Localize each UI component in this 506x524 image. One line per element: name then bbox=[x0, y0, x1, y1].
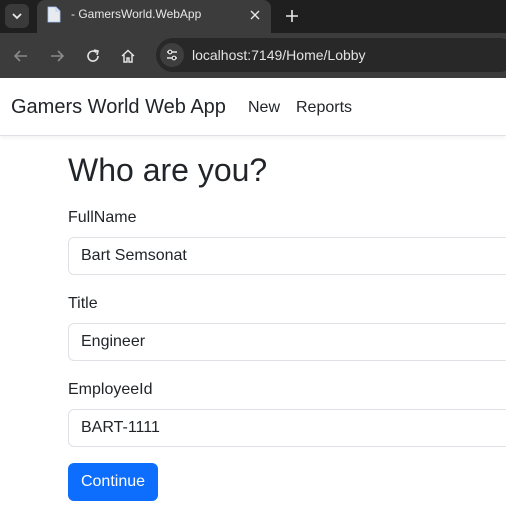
nav-link-reports[interactable]: Reports bbox=[296, 99, 352, 117]
site-info-button[interactable] bbox=[160, 43, 184, 67]
tab-search-button[interactable] bbox=[5, 4, 29, 28]
address-bar[interactable]: localhost:7149/Home/Lobby bbox=[156, 38, 506, 72]
close-icon bbox=[250, 10, 260, 20]
home-icon bbox=[121, 49, 135, 63]
tab-title: - GamersWorld.WebApp bbox=[71, 7, 202, 21]
title-input[interactable] bbox=[68, 323, 506, 361]
page-title: Who are you? bbox=[68, 152, 268, 188]
navbar-brand[interactable]: Gamers World Web App bbox=[11, 96, 226, 119]
fullname-input[interactable] bbox=[68, 237, 506, 275]
url-text: localhost:7149/Home/Lobby bbox=[192, 47, 366, 63]
reload-button[interactable] bbox=[80, 43, 106, 69]
tab-close-button[interactable] bbox=[247, 7, 263, 23]
employeeid-label: EmployeeId bbox=[68, 381, 153, 398]
site-info-icon bbox=[167, 49, 177, 61]
home-button[interactable] bbox=[115, 43, 141, 69]
chevron-down-icon bbox=[12, 13, 22, 20]
browser-tab-active[interactable]: - GamersWorld.WebApp bbox=[37, 0, 271, 33]
page-favicon-icon bbox=[47, 6, 61, 23]
forward-button[interactable] bbox=[44, 43, 70, 69]
app-navbar: Gamers World Web App New Reports bbox=[0, 78, 506, 136]
browser-toolbar: localhost:7149/Home/Lobby bbox=[0, 33, 506, 78]
nav-link-new[interactable]: New bbox=[248, 99, 280, 117]
fullname-label: FullName bbox=[68, 209, 137, 226]
back-arrow-icon bbox=[13, 50, 27, 62]
employeeid-input[interactable] bbox=[68, 409, 506, 447]
browser-tab-strip: - GamersWorld.WebApp bbox=[0, 0, 506, 33]
plus-icon bbox=[286, 10, 298, 22]
title-label: Title bbox=[68, 295, 98, 312]
back-button[interactable] bbox=[8, 43, 34, 69]
continue-button[interactable]: Continue bbox=[68, 463, 158, 501]
reload-icon bbox=[87, 49, 99, 62]
new-tab-button[interactable] bbox=[280, 4, 304, 28]
forward-arrow-icon bbox=[51, 50, 65, 62]
